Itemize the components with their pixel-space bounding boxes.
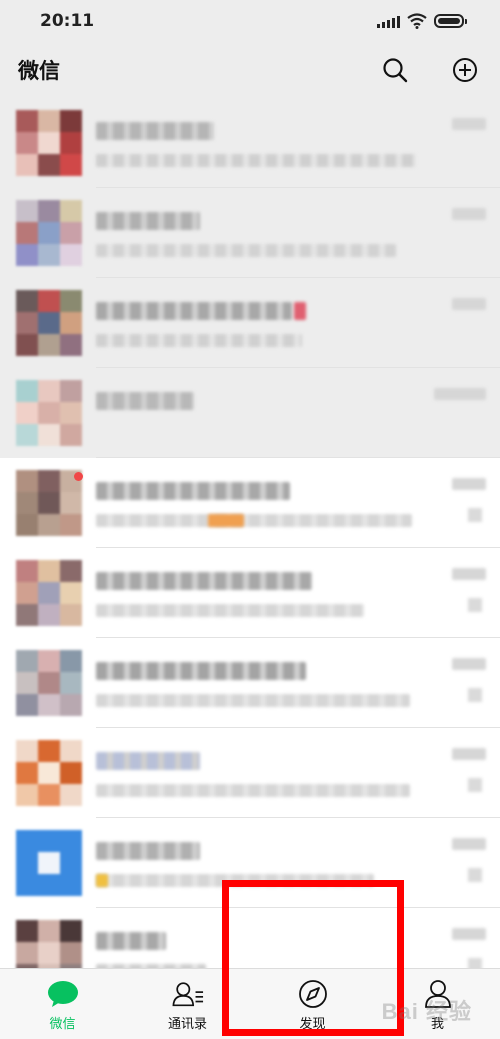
chat-preview <box>96 110 500 176</box>
chat-list-item[interactable] <box>0 188 500 278</box>
tab-label: 通讯录 <box>167 1016 207 1032</box>
chat-list-item[interactable] <box>0 638 500 728</box>
mute-icon <box>468 508 482 522</box>
chat-time-blurred <box>452 658 486 670</box>
chat-message-blurred <box>96 334 302 347</box>
avatar <box>16 470 82 536</box>
chat-time-blurred <box>452 118 486 130</box>
chat-name-blurred <box>96 212 200 230</box>
chat-preview <box>96 470 500 536</box>
chat-name-blurred <box>96 482 290 500</box>
chat-preview <box>96 740 500 806</box>
chat-preview <box>96 560 500 626</box>
chat-bubble-icon <box>47 980 78 1007</box>
chat-name-blurred <box>96 392 194 410</box>
chat-message-blurred <box>96 694 410 707</box>
search-icon <box>383 58 408 83</box>
chat-time-blurred <box>452 928 486 940</box>
chat-time-blurred <box>452 748 486 760</box>
avatar <box>16 830 82 896</box>
chat-name-blurred <box>96 572 312 590</box>
avatar <box>16 650 82 716</box>
chat-list-item[interactable] <box>0 98 500 188</box>
status-time: 20:11 <box>40 11 95 31</box>
chat-time-blurred <box>452 298 486 310</box>
chat-preview <box>96 650 500 716</box>
avatar <box>16 920 82 968</box>
chat-list-item[interactable] <box>0 458 500 548</box>
chat-time-blurred <box>452 208 486 220</box>
chat-accent-blurred <box>294 302 306 320</box>
chat-name-blurred <box>96 932 166 950</box>
chat-list <box>0 98 500 968</box>
chat-time-blurred <box>452 478 486 490</box>
avatar <box>16 110 82 176</box>
avatar <box>16 740 82 806</box>
mute-icon <box>468 778 482 792</box>
chat-name-blurred <box>96 302 292 320</box>
chat-message-blurred <box>96 154 416 167</box>
page-title: 微信 <box>18 59 60 83</box>
chat-time-blurred <box>452 838 486 850</box>
chat-name-blurred <box>96 752 200 770</box>
search-button[interactable] <box>380 55 410 85</box>
chat-list-item[interactable] <box>0 548 500 638</box>
wifi-icon <box>407 13 427 29</box>
avatar <box>16 200 82 266</box>
chat-name-blurred <box>96 842 200 860</box>
chat-message-blurred <box>96 784 410 797</box>
chat-time-blurred <box>452 568 486 580</box>
mute-icon <box>468 688 482 702</box>
battery-icon <box>434 14 467 28</box>
app-header: 微信 <box>0 42 500 98</box>
signal-icon <box>377 14 400 28</box>
chat-list-item[interactable] <box>0 278 500 368</box>
avatar <box>16 560 82 626</box>
tab-label: 微信 <box>49 1016 76 1032</box>
add-button[interactable] <box>450 55 480 85</box>
chat-name-blurred <box>96 122 214 140</box>
mute-icon <box>468 958 482 968</box>
avatar <box>16 380 82 446</box>
contacts-icon <box>172 981 203 1006</box>
chat-message-blurred <box>96 604 364 617</box>
chat-list-item[interactable] <box>0 368 500 458</box>
chat-accent-blurred <box>208 514 244 527</box>
chat-preview <box>96 290 500 356</box>
chat-time-blurred <box>434 388 486 400</box>
highlight-annotation <box>222 880 404 1036</box>
chat-name-blurred <box>96 662 306 680</box>
header-actions <box>380 55 480 85</box>
avatar <box>16 290 82 356</box>
tab-chats[interactable]: 微信 <box>0 969 125 1039</box>
chat-message-blurred <box>96 514 412 527</box>
plus-circle-icon <box>453 58 477 82</box>
chat-message-blurred <box>96 244 396 257</box>
status-bar: 20:11 <box>0 0 500 42</box>
chat-list-item[interactable] <box>0 728 500 818</box>
watermark-logo: Bai 经验 <box>381 999 472 1024</box>
mute-icon <box>468 598 482 612</box>
status-icons <box>377 13 467 29</box>
chat-preview <box>96 200 500 266</box>
chat-accent-blurred <box>96 874 108 887</box>
unread-badge <box>74 472 83 481</box>
mute-icon <box>468 868 482 882</box>
